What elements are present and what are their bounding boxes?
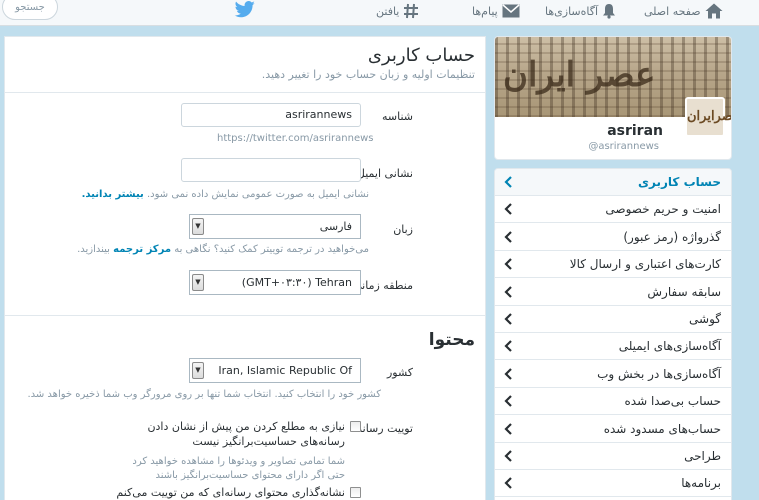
chevron-left-icon: [504, 203, 512, 216]
divider: [5, 315, 485, 316]
chevron-left-icon: [504, 313, 512, 325]
sidebar-item-label: برنامه‌ها: [681, 476, 721, 491]
language-hint-tail: بیندازید.: [77, 244, 110, 255]
language-select-value: فارسی: [319, 220, 352, 233]
language-hint: می‌خواهید در ترجمه توییتر کمک کنید؟ نگاه…: [77, 244, 369, 255]
chevron-left-icon: [504, 258, 512, 270]
chevron-left-icon: [504, 395, 512, 407]
nav-notifications[interactable]: آگاه‌سازی‌ها: [545, 2, 616, 20]
username-label: شناسه: [381, 110, 413, 123]
sidebar-item-label: آگاه‌سازی‌ها در بخش وب: [597, 366, 721, 381]
sidebar-item-mobile[interactable]: گوشی: [495, 306, 731, 333]
top-navigation-bar: جستجو یافتن پیام‌ها آگاه‌سازی‌ها صفحه اص…: [0, 0, 759, 26]
sidebar-item-web-notifications[interactable]: آگاه‌سازی‌ها در بخش وب: [495, 361, 731, 388]
dropdown-arrow-icon[interactable]: ▼: [192, 362, 204, 379]
chevron-left-icon: [504, 340, 512, 353]
chevron-left-icon: [504, 368, 512, 380]
sensitive-media-checkbox[interactable]: [350, 421, 361, 432]
sensitive-media-hint: شما تمامی تصاویر و ویدئوها را مشاهده خوا…: [132, 456, 345, 481]
sensitive-media-option: نیازی به مطلع کردن من پیش از نشان دادن ر…: [147, 420, 345, 448]
chevron-left-icon: [504, 231, 512, 243]
chevron-left-icon: [504, 285, 512, 298]
sidebar-item-muted-accounts[interactable]: حساب بی‌صدا شده: [495, 388, 731, 416]
country-hint: کشور خود را انتخاب کنید. انتخاب شما تنها…: [27, 389, 381, 400]
content-section-title: محتوا: [428, 330, 475, 350]
profile-card[interactable]: عصر ایران عصرايران asriran @asrirannews: [494, 36, 732, 160]
sidebar-item-label: آگاه‌سازی‌های ایمیلی: [618, 339, 721, 354]
envelope-icon: [502, 4, 520, 18]
sidebar-item-label: حساب کاربری: [638, 175, 721, 189]
nav-messages-label: پیام‌ها: [472, 4, 498, 18]
sidebar-item-label: امنیت و حریم خصوصی: [605, 202, 721, 217]
chevron-left-icon: [504, 176, 512, 188]
country-label: کشور: [386, 366, 413, 379]
page-title: حساب کاربری: [367, 45, 475, 66]
nav-discover-label: یافتن: [376, 4, 400, 18]
sidebar-item-order-history[interactable]: سابقه سفارش: [495, 279, 731, 306]
translation-center-link[interactable]: مرکز ترجمه: [113, 244, 171, 255]
media-label: توییت رسانه: [356, 422, 413, 435]
language-hint-text: می‌خواهید در ترجمه توییتر کمک کنید؟ نگاه…: [174, 244, 369, 255]
chevron-left-icon: [504, 450, 512, 462]
mark-media-checkbox[interactable]: [350, 487, 361, 498]
hash-icon: [404, 3, 419, 19]
sidebar-item-label: حساب‌های مسدود شده: [603, 421, 721, 436]
sidebar-item-cards-shipping[interactable]: کارت‌های اعتباری و ارسال کالا: [495, 251, 731, 279]
banner-logo-text: عصر ایران: [503, 55, 657, 95]
page-subtitle: تنظیمات اولیه و زبان حساب خود را تغییر د…: [261, 68, 475, 81]
dropdown-arrow-icon[interactable]: ▼: [192, 218, 204, 235]
sidebar-item-design[interactable]: طراحی: [495, 443, 731, 470]
mark-media-option: نشانه‌گذاری محتوای رسانه‌ای که من توییت …: [116, 486, 345, 499]
email-hint-text: نشانی ایمیل به صورت عمومی نمایش داده نمی…: [146, 189, 369, 200]
timezone-label: منطقه زمانی: [353, 279, 413, 292]
profile-name[interactable]: asriran: [607, 123, 663, 139]
timezone-select-value: (GMT+۰۳:۳۰) Tehran: [241, 276, 352, 289]
email-label: نشانی ایمیل: [356, 167, 413, 180]
nav-notifications-label: آگاه‌سازی‌ها: [545, 4, 599, 18]
email-hint: نشانی ایمیل به صورت عمومی نمایش داده نمی…: [82, 189, 369, 200]
sidebar-item-label: گوشی: [689, 312, 721, 326]
sidebar-item-label: کارت‌های اعتباری و ارسال کالا: [569, 257, 721, 272]
search-input[interactable]: جستجو: [2, 0, 58, 20]
timezone-select[interactable]: ▼ (GMT+۰۳:۳۰) Tehran: [189, 270, 361, 295]
sidebar-item-label: سابقه سفارش: [647, 284, 721, 299]
profile-url-hint: https://twitter.com/asrirannews: [217, 133, 374, 144]
country-select-value: Iran, Islamic Republic Of: [218, 364, 352, 377]
sidebar-item-label: طراحی: [684, 449, 721, 463]
chevron-left-icon: [504, 422, 512, 435]
sidebar-item-blocked-accounts[interactable]: حساب‌های مسدود شده: [495, 416, 731, 443]
nav-home-label: صفحه اصلی: [644, 4, 701, 18]
username-input[interactable]: asrirannews: [181, 103, 361, 127]
nav-home[interactable]: صفحه اصلی: [644, 2, 723, 20]
sidebar-item-label: حساب بی‌صدا شده: [624, 394, 721, 409]
language-label: زبان: [393, 223, 413, 236]
sidebar-item-apps[interactable]: برنامه‌ها: [495, 470, 731, 498]
sidebar-item-password[interactable]: گذرواژه (رمز عبور): [495, 224, 731, 251]
country-select[interactable]: ▼ Iran, Islamic Republic Of: [189, 358, 361, 383]
bell-icon: [603, 4, 616, 19]
settings-menu: حساب کاربری امنیت و حریم خصوصی گذرواژه (رم…: [494, 168, 732, 500]
account-settings-panel: حساب کاربری تنظیمات اولیه و زبان حساب خو…: [4, 36, 486, 500]
sidebar-item-account[interactable]: حساب کاربری: [495, 169, 731, 196]
email-input[interactable]: [181, 158, 361, 182]
twitter-bird-icon[interactable]: [234, 1, 256, 18]
dropdown-arrow-icon[interactable]: ▼: [192, 274, 204, 291]
sidebar-item-label: گذرواژه (رمز عبور): [623, 229, 721, 244]
avatar[interactable]: عصرايران: [685, 97, 731, 137]
sidebar-item-email-notifications[interactable]: آگاه‌سازی‌های ایمیلی: [495, 333, 731, 361]
language-select[interactable]: ▼ فارسی: [189, 214, 361, 239]
nav-messages[interactable]: پیام‌ها: [472, 2, 520, 20]
profile-handle: @asrirannews: [588, 141, 659, 152]
nav-discover[interactable]: یافتن: [376, 2, 419, 20]
learn-more-link[interactable]: بیشتر بدانید.: [82, 189, 144, 200]
panel-header: حساب کاربری تنظیمات اولیه و زبان حساب خو…: [262, 45, 475, 81]
home-icon: [705, 3, 723, 19]
chevron-left-icon: [504, 477, 512, 490]
divider: [5, 92, 485, 93]
sidebar-item-security-privacy[interactable]: امنیت و حریم خصوصی: [495, 196, 731, 224]
